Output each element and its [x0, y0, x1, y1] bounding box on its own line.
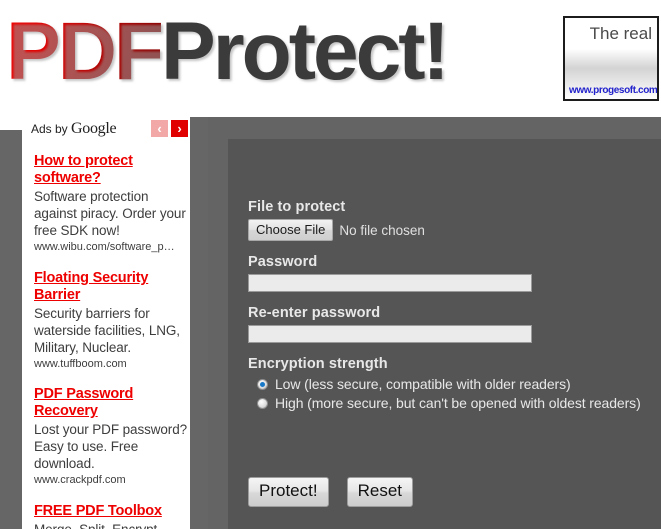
ad-item[interactable]: FREE PDF Toolbox Merge, Split, Encrypt [34, 503, 190, 529]
google-wordmark: Google [71, 120, 117, 137]
file-input-row: Choose File No file chosen [248, 219, 648, 241]
encryption-strength-group: Encryption strength Low (less secure, co… [248, 356, 648, 412]
ad-url: www.tuffboom.com [34, 358, 127, 370]
encryption-option-high-label: High (more secure, but can't be opened w… [275, 395, 641, 411]
ad-title-link[interactable]: How to protect software? [34, 153, 190, 187]
ad-url: www.crackpdf.com [34, 474, 126, 486]
password-field-group: Password [248, 254, 648, 292]
ad-url: www.wibu.com/software_p… [34, 241, 175, 253]
ads-right-rail [190, 117, 208, 529]
encryption-strength-label: Encryption strength [248, 356, 388, 372]
ads-by-google-label: Ads by Google [31, 120, 117, 138]
ad-title-link[interactable]: PDF Password Recovery [34, 386, 190, 420]
ads-list: How to protect software? Software protec… [22, 141, 190, 529]
ad-description: Software protection against piracy. Orde… [34, 189, 186, 238]
reset-button[interactable]: Reset [346, 477, 414, 507]
ads-left-rail [0, 130, 22, 529]
ad-title-link[interactable]: FREE PDF Toolbox [34, 503, 190, 520]
main-content: File to protect Choose File No file chos… [228, 139, 661, 529]
password-label: Password [248, 254, 318, 270]
banner-ad-title: The real [589, 24, 652, 43]
banner-ad[interactable]: The real www.progesoft.com [563, 16, 659, 101]
reenter-password-field-group: Re-enter password [248, 305, 648, 343]
ads-sidebar: Ads by Google ‹ › How to protect softwar… [0, 117, 208, 529]
ad-description: Lost your PDF password? Easy to use. Fre… [34, 422, 188, 471]
content-top-band [208, 117, 661, 139]
ads-prev-arrow-icon[interactable]: ‹ [151, 120, 168, 137]
form-buttons-row: Protect! Reset [248, 477, 414, 507]
choose-file-button[interactable]: Choose File [248, 219, 334, 241]
encryption-option-low[interactable]: Low (less secure, compatible with older … [248, 376, 648, 393]
ads-by-text: Ads by [31, 122, 72, 136]
radio-unselected-icon[interactable] [257, 398, 268, 409]
reenter-password-label: Re-enter password [248, 305, 381, 321]
encryption-option-high[interactable]: High (more secure, but can't be opened w… [248, 395, 648, 412]
no-file-chosen-text: No file chosen [339, 222, 425, 238]
reenter-password-input[interactable] [248, 325, 532, 343]
ad-item[interactable]: PDF Password Recovery Lost your PDF pass… [34, 386, 190, 487]
protect-form: File to protect Choose File No file chos… [248, 199, 648, 425]
ad-description: Merge, Split, Encrypt [34, 521, 190, 529]
ad-item[interactable]: How to protect software? Software protec… [34, 153, 190, 254]
protect-button[interactable]: Protect! [248, 477, 329, 507]
pdfprotect-page: PDFProtect! The real www.progesoft.com A… [0, 0, 661, 529]
banner-ad-url: www.progesoft.com [569, 85, 658, 96]
password-input[interactable] [248, 274, 532, 292]
file-to-protect-label: File to protect [248, 199, 346, 215]
site-header: PDFProtect! The real www.progesoft.com [0, 0, 661, 117]
ad-description: Security barriers for waterside faciliti… [34, 306, 180, 355]
file-field-group: File to protect Choose File No file chos… [248, 199, 648, 241]
logo-text-protect: Protect! [161, 6, 450, 97]
ad-title-link[interactable]: Floating Security Barrier [34, 270, 190, 304]
ad-item[interactable]: Floating Security Barrier Security barri… [34, 270, 190, 371]
logo-text-pdf: PDF [6, 6, 164, 97]
radio-selected-icon[interactable] [257, 379, 268, 390]
ads-next-arrow-icon[interactable]: › [171, 120, 188, 137]
encryption-option-low-label: Low (less secure, compatible with older … [275, 376, 571, 392]
ads-header: Ads by Google ‹ › [22, 117, 190, 141]
content-left-band [208, 117, 228, 529]
site-logo[interactable]: PDFProtect! [6, 4, 450, 100]
